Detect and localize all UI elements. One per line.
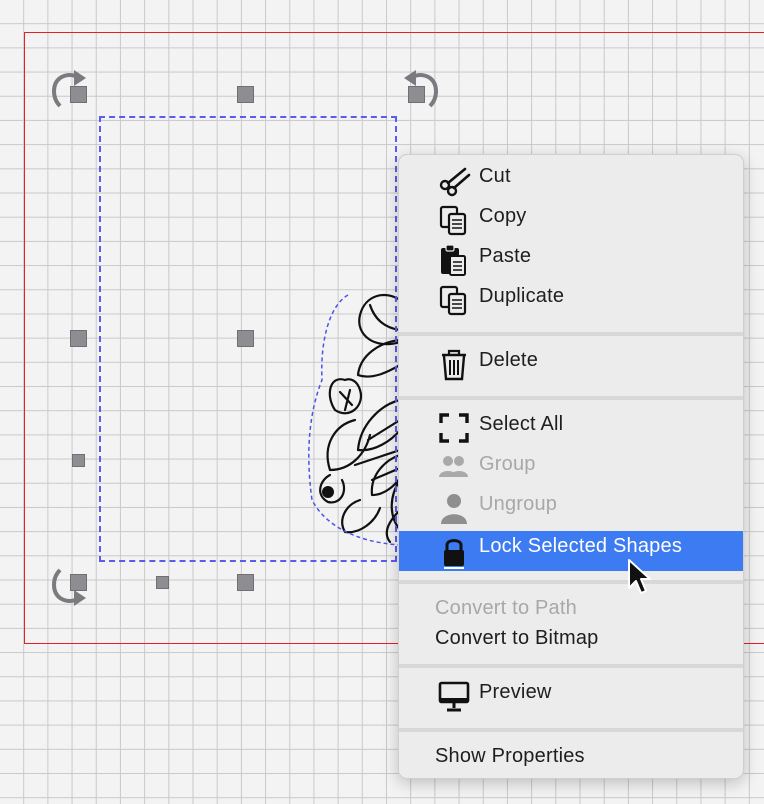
menu-label: Ungroup xyxy=(479,493,558,515)
mouse-cursor-icon xyxy=(628,559,651,594)
menu-item-duplicate[interactable]: Duplicate xyxy=(399,277,743,317)
trash-icon xyxy=(442,349,466,381)
resize-handle-left[interactable] xyxy=(70,330,87,347)
menu-item-show-properties[interactable]: Show Properties xyxy=(399,737,743,777)
resize-handle-top[interactable] xyxy=(237,86,254,103)
menu-separator xyxy=(399,664,743,668)
rotate-arrow-icon[interactable] xyxy=(46,68,88,110)
monitor-icon xyxy=(438,681,470,712)
resize-handle-bottom[interactable] xyxy=(237,574,254,591)
menu-item-lock-selected-shapes[interactable]: Lock Selected Shapes xyxy=(399,531,743,571)
menu-label: Cut xyxy=(479,165,511,187)
resize-handle-left-small[interactable] xyxy=(72,454,85,467)
copy-icon xyxy=(439,205,467,236)
select-all-icon xyxy=(439,413,469,443)
menu-item-convert-to-bitmap[interactable]: Convert to Bitmap xyxy=(399,619,743,659)
clipboard-icon xyxy=(441,244,466,276)
menu-item-cut[interactable]: Cut xyxy=(399,157,743,197)
duplicate-icon xyxy=(439,285,467,316)
menu-label: Group xyxy=(479,453,536,475)
menu-item-select-all[interactable]: Select All xyxy=(399,405,743,445)
menu-item-delete[interactable]: Delete xyxy=(399,341,743,381)
menu-label: Show Properties xyxy=(435,745,585,767)
menu-label: Delete xyxy=(479,349,539,371)
menu-separator xyxy=(399,728,743,732)
menu-label: Lock Selected Shapes xyxy=(479,535,683,557)
menu-label: Copy xyxy=(479,205,527,227)
menu-item-paste[interactable]: Paste xyxy=(399,237,743,277)
menu-separator xyxy=(399,580,743,584)
menu-separator xyxy=(399,332,743,336)
menu-label: Convert to Path xyxy=(435,597,577,619)
menu-separator xyxy=(399,396,743,400)
resize-handle-bottom-small[interactable] xyxy=(156,576,169,589)
person-icon xyxy=(441,494,467,524)
group-icon xyxy=(439,456,468,477)
rotate-arrow-icon[interactable] xyxy=(402,68,444,110)
rotate-arrow-icon[interactable] xyxy=(46,566,88,608)
menu-label: Preview xyxy=(479,681,552,703)
lock-icon xyxy=(444,539,464,569)
menu-item-copy[interactable]: Copy xyxy=(399,197,743,237)
menu-item-ungroup: Ungroup xyxy=(399,485,743,525)
resize-handle-center[interactable] xyxy=(237,330,254,347)
menu-label: Paste xyxy=(479,245,532,267)
menu-item-group: Group xyxy=(399,445,743,485)
scissors-icon xyxy=(439,167,471,197)
context-menu: Cut Copy Paste Duplicate Delete Select A… xyxy=(398,154,744,779)
menu-label: Select All xyxy=(479,413,564,435)
menu-label: Convert to Bitmap xyxy=(435,627,599,649)
menu-label: Duplicate xyxy=(479,285,565,307)
menu-item-preview[interactable]: Preview xyxy=(399,673,743,713)
